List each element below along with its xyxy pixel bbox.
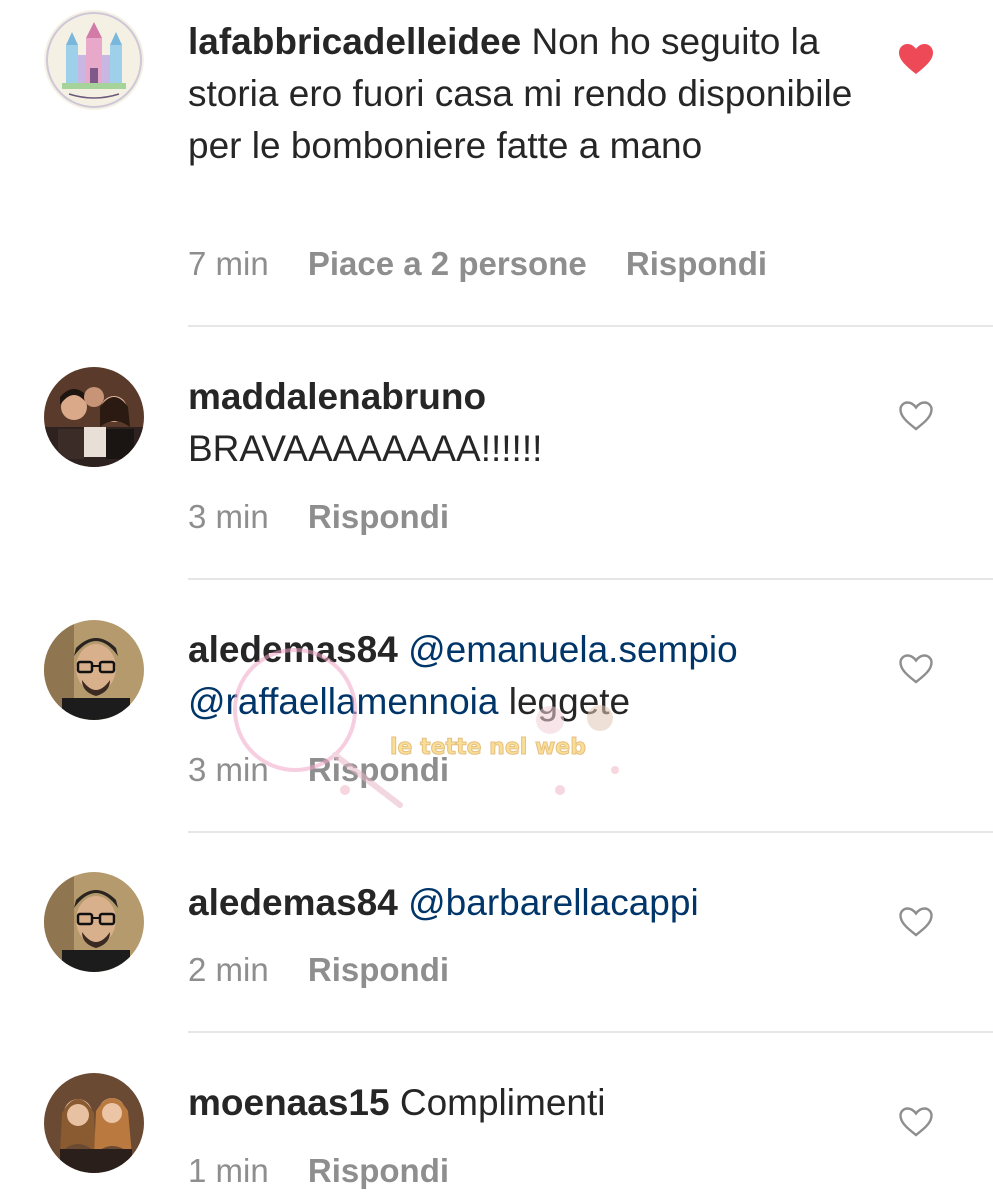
reply-button[interactable]: Rispondi (308, 1152, 449, 1189)
comment-likes-count[interactable]: Piace a 2 persone (308, 245, 587, 282)
comment-text: BRAVAAAAAAAA!!!!!! (188, 428, 543, 469)
comment-text: Complimenti (399, 1082, 606, 1123)
reply-button[interactable]: Rispondi (626, 245, 767, 282)
comment-username[interactable]: maddalenabruno (188, 371, 868, 423)
comment-timestamp: 3 min (188, 498, 269, 535)
heart-outline-icon[interactable] (898, 1106, 934, 1138)
comment-body: maddalenabruno BRAVAAAAAAAA!!!!!! (188, 371, 868, 475)
heart-outline-icon[interactable] (898, 653, 934, 685)
comment-item: aledemas84 @barbarellacappi 2 min Rispon… (0, 833, 993, 1031)
comment-timestamp: 2 min (188, 951, 269, 988)
comment-username[interactable]: moenaas15 (188, 1082, 390, 1123)
comment-meta: 3 min Rispondi (188, 497, 479, 537)
comment-meta: 2 min Rispondi (188, 950, 479, 990)
man-with-glasses-avatar[interactable] (44, 872, 144, 972)
heart-outline-icon[interactable] (898, 400, 934, 432)
group-photo-avatar[interactable] (44, 367, 144, 467)
reply-button[interactable]: Rispondi (308, 751, 449, 788)
mention-link[interactable]: @barbarellacappi (408, 882, 699, 923)
heart-filled-icon[interactable] (898, 43, 934, 75)
man-with-glasses-avatar[interactable] (44, 620, 144, 720)
mention-link[interactable]: @emanuela.sempio (408, 629, 738, 670)
reply-button[interactable]: Rispondi (308, 951, 449, 988)
comment-username[interactable]: aledemas84 (188, 882, 398, 923)
comment-item: lafabbricadelleidee Non ho seguito la st… (0, 0, 993, 325)
two-women-avatar[interactable] (44, 1073, 144, 1173)
mention-link[interactable]: @raffaellamennoia (188, 681, 498, 722)
comment-meta: 3 min Rispondi (188, 750, 479, 790)
comment-body: lafabbricadelleidee Non ho seguito la st… (188, 16, 868, 172)
comment-username[interactable]: aledemas84 (188, 629, 398, 670)
comment-timestamp: 7 min (188, 245, 269, 282)
comment-item: maddalenabruno BRAVAAAAAAAA!!!!!! 3 min … (0, 327, 993, 578)
comment-username[interactable]: lafabbricadelleidee (188, 21, 521, 62)
comment-item: moenaas15 Complimenti 1 min Rispondi (0, 1033, 993, 1200)
comment-item: aledemas84 @emanuela.sempio @raffaellame… (0, 580, 993, 831)
comment-body: aledemas84 @emanuela.sempio @raffaellame… (188, 624, 868, 728)
comment-body: moenaas15 Complimenti (188, 1077, 868, 1129)
comment-body: aledemas84 @barbarellacappi (188, 877, 868, 929)
comment-timestamp: 3 min (188, 751, 269, 788)
reply-button[interactable]: Rispondi (308, 498, 449, 535)
comment-meta: 1 min Rispondi (188, 1151, 479, 1191)
comment-text: leggete (508, 681, 631, 722)
comment-timestamp: 1 min (188, 1152, 269, 1189)
castle-logo-avatar[interactable] (44, 10, 144, 110)
comment-meta: 7 min Piace a 2 persone Rispondi (188, 244, 797, 284)
heart-outline-icon[interactable] (898, 906, 934, 938)
